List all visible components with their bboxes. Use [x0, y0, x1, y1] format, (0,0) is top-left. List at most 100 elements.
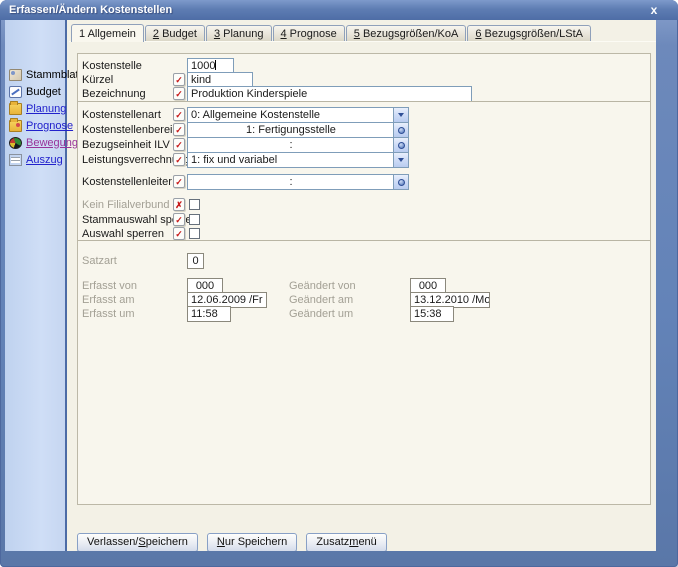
erfasst-um-label: Erfasst um — [82, 308, 135, 320]
kostenstellenbereich-value: 1: Fertigungsstelle — [191, 123, 391, 137]
modified-check-icon: ✓ — [173, 175, 185, 188]
tab-number: 6 — [475, 28, 481, 40]
form-row: Bezugseinheit ILV ✓ : — [78, 137, 650, 153]
folder-dot-icon — [9, 120, 22, 132]
geaendert-am-label: Geändert am — [289, 294, 353, 306]
tab-number: 4 — [281, 28, 287, 40]
sidebar-item-prognose[interactable]: Prognose — [5, 117, 65, 134]
title-bar[interactable]: Erfassen/Ändern Kostenstellen x — [0, 0, 678, 20]
bezugseinheit-ilv-select[interactable]: : — [187, 137, 409, 153]
tab-page-border — [69, 41, 656, 42]
tab-bezugsgroessen-koa[interactable]: 5 Bezugsgrößen/KoA — [346, 25, 467, 42]
tab-number: 1 — [79, 28, 85, 40]
globe-icon — [9, 137, 22, 149]
erfasst-um-field: 11:58 — [187, 306, 231, 322]
geaendert-um-field: 15:38 — [410, 306, 454, 322]
button-row: Verlassen/Speichern Nur Speichern Zusatzme… — [77, 533, 396, 551]
tab-page-allgemein: 1 Allgemein2 Budget3 Planung4 Prognose5 … — [69, 20, 656, 551]
bezeichnung-label: Bezeichnung — [82, 88, 146, 100]
sidebar-item-label[interactable]: Planung — [26, 103, 66, 115]
folder-icon — [9, 103, 22, 115]
modified-check-icon: ✓ — [173, 87, 185, 100]
leistungsverrechnung-value: 1: fix und variabel — [191, 153, 391, 167]
tab-number: 2 — [153, 28, 159, 40]
satzart-label: Satzart — [82, 255, 117, 267]
geaendert-um-label: Geändert um — [289, 308, 353, 320]
separator — [78, 101, 650, 102]
stammauswahl-sperren-checkbox[interactable] — [189, 214, 200, 225]
modified-check-icon: ✓ — [173, 73, 185, 86]
sidebar-item-budget[interactable]: Budget — [5, 83, 65, 100]
edit-page-icon — [9, 86, 22, 98]
kostenstellenleiter-select[interactable]: : — [187, 174, 409, 190]
sidebar-item-label[interactable]: Auszug — [26, 154, 63, 166]
erfasst-am-label: Erfasst am — [82, 294, 135, 306]
tab-strip: 1 Allgemein2 Budget3 Planung4 Prognose5 … — [71, 24, 592, 42]
kein-filialverbund-label: Kein Filialverbund — [82, 199, 169, 211]
card-index-icon — [9, 69, 22, 81]
window-title: Erfassen/Ändern Kostenstellen — [9, 4, 172, 16]
separator — [78, 240, 650, 241]
tab-budget[interactable]: 2 Budget — [145, 25, 205, 42]
sidebar-item-bewegung[interactable]: Bewegung — [5, 134, 65, 151]
document-icon — [9, 154, 22, 166]
satzart-field: 0 — [187, 253, 204, 269]
erfasst-von-label: Erfasst von — [82, 280, 137, 292]
geaendert-von-label: Geändert von — [289, 280, 356, 292]
zusatzmenu-button[interactable]: Zusatzmenü — [306, 533, 387, 551]
lookup-icon[interactable] — [393, 175, 408, 189]
lookup-icon[interactable] — [393, 123, 408, 137]
sidebar-item-label: Budget — [26, 86, 61, 98]
tab-number: 5 — [354, 28, 360, 40]
modified-check-icon: ✓ — [173, 153, 185, 166]
kostenstellenbereich-select[interactable]: 1: Fertigungsstelle — [187, 122, 409, 138]
form-row: Bezeichnung ✓ Produktion Kinderspiele — [78, 86, 650, 102]
kostenstellenleiter-label: Kostenstellenleiter — [82, 176, 172, 188]
kein-filialverbund-checkbox[interactable] — [189, 199, 200, 210]
sidebar-nav: Stammblatt Budget Planung PrognoseBewegung A… — [5, 20, 67, 551]
modified-check-icon: ✓ — [173, 227, 185, 240]
nur-speichern-button[interactable]: Nur Speichern — [207, 533, 297, 551]
modified-check-icon: ✓ — [173, 138, 185, 151]
modified-check-icon: ✓ — [173, 123, 185, 136]
auswahl-sperren-checkbox[interactable] — [189, 228, 200, 239]
kostenstellenbereich-label: Kostenstellenbereich — [82, 124, 184, 136]
verlassen-speichern-button[interactable]: Verlassen/Speichern — [77, 533, 198, 551]
tab-prognose[interactable]: 4 Prognose — [273, 25, 345, 42]
form-row: Leistungsverrechnung ✓ 1: fix und variab… — [78, 152, 650, 168]
leistungsverrechnung-select[interactable]: 1: fix und variabel — [187, 152, 409, 168]
kostenstellenart-value: 0: Allgemeine Kostenstelle — [191, 108, 391, 122]
close-icon[interactable]: x — [646, 0, 662, 20]
form-row: Kostenstellenart ✓ 0: Allgemeine Kostens… — [78, 107, 650, 123]
bezugseinheit-ilv-value: : — [191, 138, 391, 152]
text-cursor — [215, 60, 216, 70]
sidebar-item-planung[interactable]: Planung — [5, 100, 65, 117]
sidebar-item-auszug[interactable]: Auszug — [5, 151, 65, 168]
dropdown-arrow-icon[interactable] — [393, 153, 408, 167]
auswahl-sperren-label: Auswahl sperren — [82, 228, 164, 240]
bezeichnung-input[interactable]: Produktion Kinderspiele — [187, 86, 472, 102]
app-window: Erfassen/Ändern Kostenstellen x Stammbla… — [0, 0, 678, 567]
tab-bezugsgroessen-lsta[interactable]: 6 Bezugsgrößen/LStA — [467, 25, 591, 42]
modified-x-icon: ✗ — [173, 198, 185, 211]
tab-allgemein[interactable]: 1 Allgemein — [71, 24, 144, 42]
kostenstellenart-select[interactable]: 0: Allgemeine Kostenstelle — [187, 107, 409, 123]
tab-planung[interactable]: 3 Planung — [206, 25, 272, 42]
form-row: Erfasst um 11:58 Geändert um 15:38 — [78, 306, 650, 322]
sidebar-item-label[interactable]: Prognose — [26, 120, 73, 132]
dropdown-arrow-icon[interactable] — [393, 108, 408, 122]
modified-check-icon: ✓ — [173, 108, 185, 121]
form-row: Kein Filialverbund ✗ — [78, 197, 650, 213]
screenshot-stage: Erfassen/Ändern Kostenstellen x Stammbla… — [0, 0, 678, 567]
form-group-box: Kostenstelle 1000 Kürzel ✓ kind Bezeichn… — [77, 53, 651, 505]
sidebar-item-stammblatt[interactable]: Stammblatt — [5, 66, 65, 83]
kuerzel-label: Kürzel — [82, 74, 113, 86]
lookup-icon[interactable] — [393, 138, 408, 152]
form-row: Satzart 0 — [78, 253, 650, 269]
kostenstelle-value: 1000 — [191, 60, 215, 72]
bezugseinheit-ilv-label: Bezugseinheit ILV — [82, 139, 170, 151]
kostenstellenleiter-value: : — [191, 175, 391, 189]
kostenstelle-label: Kostenstelle — [82, 60, 142, 72]
modified-check-icon: ✓ — [173, 213, 185, 226]
client-area: StammblattBudgetPlanungPrognoseBewegungA… — [5, 20, 656, 551]
